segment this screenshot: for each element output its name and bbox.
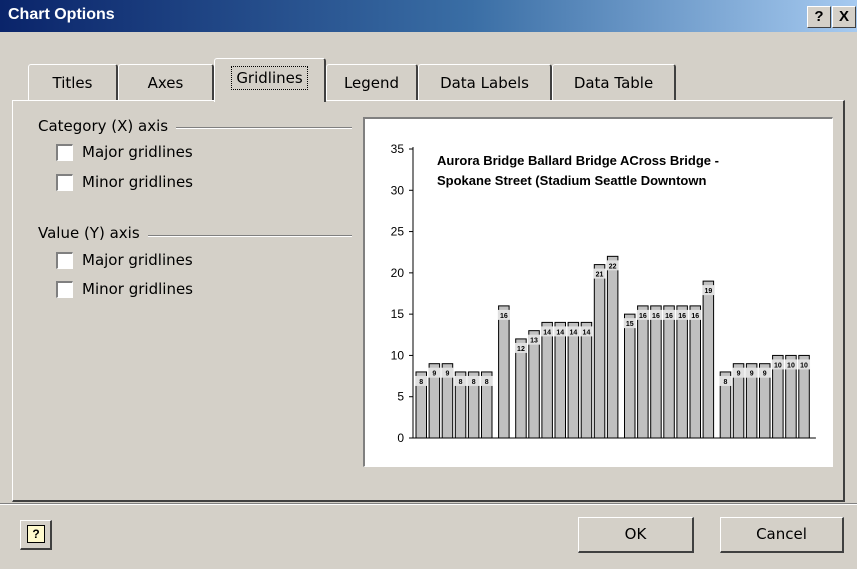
data-label: 8 (723, 379, 727, 386)
y-tick-label: 25 (391, 225, 405, 239)
tab-axes[interactable]: Axes (118, 64, 214, 100)
chart-bar (593, 264, 606, 439)
tab-legend[interactable]: Legend (326, 64, 418, 100)
y-tick-label: 10 (391, 348, 405, 362)
title-close-button[interactable]: X (832, 6, 856, 28)
data-label: 16 (500, 313, 508, 320)
data-label: 8 (419, 379, 423, 386)
value-minor-gridlines-label: Minor gridlines (82, 280, 193, 298)
data-label: 16 (678, 313, 686, 320)
value-minor-gridlines-row[interactable]: Minor gridlines (56, 280, 256, 300)
help-button[interactable]: ? (20, 520, 52, 550)
tab-data-table-label: Data Table (573, 74, 654, 92)
data-label: 21 (596, 272, 604, 279)
data-label: 14 (583, 329, 591, 336)
chart-title-line: Aurora Bridge Ballard Bridge ACross Brid… (437, 153, 719, 168)
chart-preview: 0 5 10 15 20 25 30 35 Aurora Bridge Ballard Brid… (363, 117, 833, 467)
category-group-title: Category (X) axis (38, 117, 177, 135)
data-label: 16 (639, 313, 647, 320)
value-major-gridlines-label: Major gridlines (82, 251, 193, 269)
data-label: 14 (556, 329, 564, 336)
chart-bar (637, 305, 649, 439)
category-minor-gridlines-checkbox[interactable] (56, 174, 73, 191)
ok-button[interactable]: OK (578, 517, 694, 553)
dialog-title: Chart Options (8, 6, 115, 23)
data-label: 16 (665, 313, 673, 320)
chart-bar (498, 305, 510, 439)
chart-bar (663, 305, 675, 439)
data-label: 8 (472, 379, 476, 386)
chart-bar (689, 305, 701, 439)
tab-data-labels-label: Data Labels (440, 74, 529, 92)
data-label: 22 (609, 263, 617, 270)
tab-titles-label: Titles (52, 74, 93, 92)
data-label: 13 (530, 338, 538, 345)
tab-data-table[interactable]: Data Table (552, 64, 676, 100)
chart-bar (606, 255, 619, 439)
category-major-gridlines-row[interactable]: Major gridlines (56, 143, 256, 163)
data-label: 9 (750, 371, 754, 378)
tab-legend-label: Legend (343, 74, 400, 92)
tab-data-labels[interactable]: Data Labels (418, 64, 552, 100)
data-label: 10 (800, 362, 808, 369)
y-tick-label: 30 (391, 183, 405, 197)
tab-gridlines-label: Gridlines (231, 66, 308, 90)
tab-axes-label: Axes (147, 74, 184, 92)
data-label: 16 (652, 313, 660, 320)
chart-bar (528, 330, 540, 439)
footer-separator (0, 503, 857, 505)
data-label: 8 (485, 379, 489, 386)
y-tick-label: 20 (391, 266, 405, 280)
title-help-button[interactable]: ? (807, 6, 831, 28)
chart-bar (567, 321, 580, 439)
data-label: 16 (691, 313, 699, 320)
chart-bar (541, 321, 553, 439)
chart-bar (702, 280, 715, 439)
data-label: 12 (517, 346, 525, 353)
chart-bar (676, 305, 688, 439)
cancel-button[interactable]: Cancel (720, 517, 844, 553)
title-bar[interactable]: Chart Options ? X (0, 0, 857, 32)
value-minor-gridlines-checkbox[interactable] (56, 281, 73, 298)
data-label: 14 (543, 329, 551, 336)
y-tick-label: 15 (391, 307, 405, 321)
data-label: 10 (774, 362, 782, 369)
category-minor-gridlines-row[interactable]: Minor gridlines (56, 173, 256, 193)
data-label: 9 (445, 371, 449, 378)
data-label: 19 (704, 288, 712, 295)
data-label: 14 (569, 329, 577, 336)
category-major-gridlines-label: Major gridlines (82, 143, 193, 161)
y-tick-label: 35 (391, 142, 405, 156)
chart-bar (515, 338, 527, 439)
tab-gridlines[interactable]: Gridlines (214, 58, 326, 102)
value-major-gridlines-row[interactable]: Major gridlines (56, 251, 256, 271)
y-tick-label: 5 (397, 390, 404, 404)
chart-bar (624, 313, 636, 439)
data-label: 15 (626, 321, 634, 328)
category-minor-gridlines-label: Minor gridlines (82, 173, 193, 191)
data-label: 9 (737, 371, 741, 378)
chart-options-dialog: Chart Options ? X Titles Axes Gridlines … (0, 0, 857, 569)
data-label: 9 (432, 371, 436, 378)
chart-bar (650, 305, 662, 439)
value-major-gridlines-checkbox[interactable] (56, 252, 73, 269)
help-question-icon: ? (27, 525, 45, 543)
data-label: 9 (763, 371, 767, 378)
y-tick-label: 0 (397, 431, 404, 445)
preview-chart: 0 5 10 15 20 25 30 35 Aurora Bridge Ballard Brid… (391, 142, 816, 445)
data-label: 10 (787, 362, 795, 369)
chart-bar (554, 321, 566, 439)
value-group-title: Value (Y) axis (38, 224, 148, 242)
chart-bar (580, 321, 593, 439)
data-label: 8 (459, 379, 463, 386)
category-major-gridlines-checkbox[interactable] (56, 144, 73, 161)
tab-titles[interactable]: Titles (28, 64, 118, 100)
chart-title-line: Spokane Street (Stadium Seattle Downtown (437, 173, 706, 188)
